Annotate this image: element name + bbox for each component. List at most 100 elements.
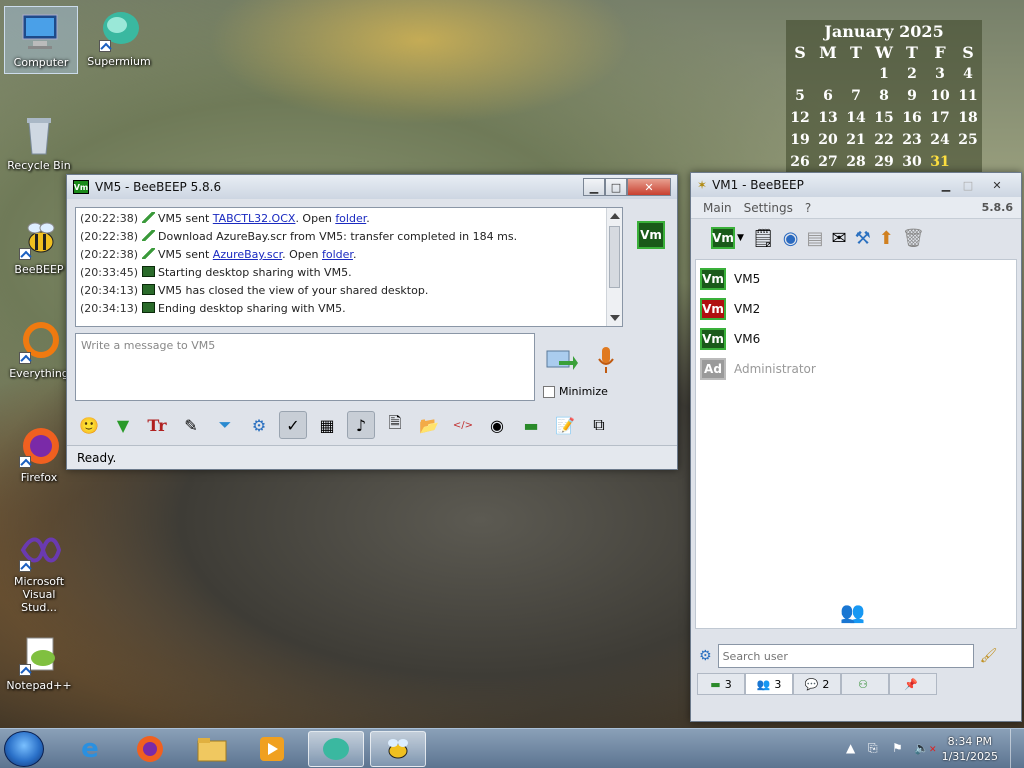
taskbar-beebeep-icon[interactable] [370,731,426,767]
screenshot-icon[interactable]: ◉ [483,411,511,439]
main-tab[interactable]: ▬ 3 [697,673,745,695]
clear-search-icon[interactable]: 🖌 [980,648,998,664]
taskbar-media-player-icon[interactable] [244,731,300,767]
status-dropdown-icon[interactable]: ▼ [737,233,744,243]
calendar-day[interactable]: 13 [814,107,842,129]
network-tray-icon[interactable]: ⎘ [868,741,878,756]
user-row[interactable]: Vm VM5 [696,264,1016,294]
taskbar-explorer-icon[interactable] [184,731,240,767]
my-status-avatar[interactable]: Vm [711,227,735,249]
detach-chat-icon[interactable]: ⧉ [585,411,613,439]
save-chat-icon[interactable]: 🗎 [381,411,409,439]
desktop-icon-computer[interactable]: Computer [4,6,78,74]
main-tab[interactable]: 📌 [889,673,937,695]
calendar-day[interactable]: 29 [870,151,898,173]
calendar-day[interactable]: 5 [786,85,814,107]
chat-log-scrollbar[interactable] [606,208,622,326]
maximize-button[interactable]: □ [957,176,979,194]
edit-profile-icon[interactable]: 🗒 [752,228,775,249]
network-icon[interactable]: ◉ [783,228,799,249]
calendar-day[interactable]: 2 [898,63,926,85]
file-link[interactable]: AzureBay.scr [213,248,282,261]
calendar-day[interactable]: 3 [926,63,954,85]
calendar-day[interactable]: 10 [926,85,954,107]
search-settings-icon[interactable]: ⚙ [699,648,712,664]
calendar-day[interactable]: 30 [898,151,926,173]
html-icon[interactable]: </> [449,411,477,439]
add-group-icon[interactable]: ▤ [807,228,824,249]
folder-link[interactable]: folder [335,212,366,225]
music-note-icon[interactable]: ♪ [347,411,375,439]
maximize-button[interactable]: □ [605,178,627,196]
minimize-button[interactable]: ▁ [935,176,957,194]
main-tab[interactable]: ⚇ [841,673,889,695]
message-input[interactable]: Write a message to VM5 [75,333,535,401]
scroll-down-arrow-icon[interactable] [610,315,620,321]
menu-settings[interactable]: Settings [744,201,793,215]
chat-window-titlebar[interactable]: Vm VM5 - BeeBEEP 5.8.6 ▁ □ ✕ [67,175,677,199]
desktop-icon-firefox[interactable]: Firefox [2,422,76,484]
broadcast-message-icon[interactable]: ✉ [832,228,847,249]
calendar-day[interactable]: 1 [870,63,898,85]
scrollbar-thumb[interactable] [609,226,620,288]
calendar-day[interactable]: 4 [954,63,982,85]
calendar-day[interactable]: 16 [898,107,926,129]
desktop-icon-notepadpp[interactable]: Notepad++ [2,630,76,692]
calendar-day[interactable]: 18 [954,107,982,129]
show-hidden-icons-icon[interactable]: ▲ [846,741,855,755]
file-link[interactable]: TABCTL32.OCX [213,212,296,225]
microphone-icon[interactable] [595,345,617,377]
calendar-day[interactable]: 6 [814,85,842,107]
download-folder-icon[interactable]: ⬆ [879,228,894,249]
desktop-icon-beebeep[interactable]: BeeBEEP [2,214,76,276]
desktop-icon-visual-studio[interactable]: Microsoft Visual Stud... [2,526,76,614]
send-folder-icon[interactable]: 📂 [415,411,443,439]
emoticon-menu-icon[interactable]: ▼ [109,411,137,439]
user-row[interactable]: Vm VM2 [696,294,1016,324]
desktop-share-icon[interactable]: ▬ [517,411,545,439]
taskbar-ie-icon[interactable]: e [62,731,118,767]
desktop-icon-recycle-bin[interactable]: Recycle Bin [2,110,76,172]
calendar-day[interactable]: 31 [926,151,954,173]
calendar-day[interactable]: 28 [842,151,870,173]
calendar-day[interactable]: 8 [870,85,898,107]
user-row[interactable]: Vm VM6 [696,324,1016,354]
user-row[interactable]: Ad Administrator [696,354,1016,384]
start-button[interactable] [4,731,44,767]
font-icon[interactable]: Tr [143,411,171,439]
calendar-day[interactable]: 22 [870,129,898,151]
calendar-day[interactable]: 15 [870,107,898,129]
taskbar-supermium-icon[interactable] [308,731,364,767]
close-button[interactable]: ✕ [979,176,1015,194]
font-color-icon[interactable]: ✎ [177,411,205,439]
close-button[interactable]: ✕ [627,178,671,196]
volume-muted-icon[interactable]: 🔈✕ [914,741,937,755]
taskbar-firefox-icon[interactable] [122,731,178,767]
desktop-icon-supermium[interactable]: Supermium [82,6,156,68]
desktop-icon-everything[interactable]: Everything [2,318,76,380]
calendar-day[interactable]: 7 [842,85,870,107]
emoticon-icon[interactable]: 🙂 [75,411,103,439]
show-desktop-button[interactable] [1010,729,1024,768]
user-list[interactable]: Vm VM5 Vm VM2 Vm VM6 Ad Administrator 👥 [695,259,1017,629]
action-center-flag-icon[interactable]: ⚑ [892,741,903,755]
tools-icon[interactable]: ⚒ [855,228,871,249]
calendar-day[interactable]: 25 [954,129,982,151]
calendar-day[interactable]: 19 [786,129,814,151]
minimize-checkbox[interactable]: Minimize [543,385,608,398]
calendar-day[interactable]: 11 [954,85,982,107]
trash-icon[interactable]: 🗑 [902,228,925,249]
menu-help[interactable]: ? [805,201,811,215]
filter-icon[interactable]: ⏷ [211,411,239,439]
calendar-day[interactable]: 9 [898,85,926,107]
send-file-icon[interactable] [545,347,579,375]
calendar-gadget[interactable]: January 2025 SMTWTFS 1 2 3 4 5 6 7 8 9 10 11 12 13 14… [786,20,982,172]
chat-log[interactable]: (20:22:38) VM5 sent TABCTL32.OCX. Open fo… [75,207,623,327]
calendar-day[interactable]: 14 [842,107,870,129]
main-tab[interactable]: 👥 3 [745,673,793,695]
calendar-day[interactable]: 21 [842,129,870,151]
menu-main[interactable]: Main [703,201,732,215]
calendar-day[interactable]: 26 [786,151,814,173]
spell-check-icon[interactable]: ✓ [279,411,307,439]
main-window-titlebar[interactable]: ✶ VM1 - BeeBEEP ▁ □ ✕ [691,173,1021,197]
